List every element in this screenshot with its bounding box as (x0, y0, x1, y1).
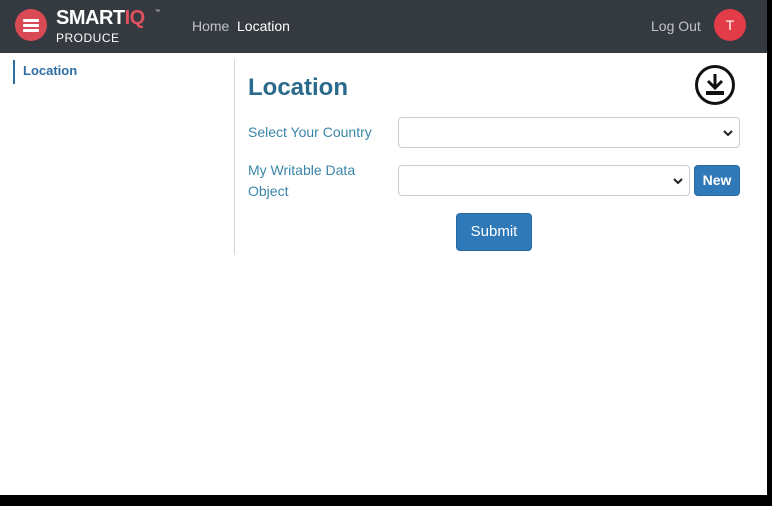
country-label: Select Your Country (248, 124, 372, 140)
top-navbar: SMARTIQ ™ PRODUCE Home Location Log Out … (0, 0, 767, 53)
new-button[interactable]: New (694, 165, 740, 196)
nav-current-page: Location (237, 18, 290, 34)
sidebar-divider (234, 59, 235, 255)
logout-link[interactable]: Log Out (651, 18, 701, 34)
brand-accent: IQ (124, 7, 146, 29)
sidebar-item-location[interactable]: Location (13, 60, 223, 84)
chevron-down-icon (673, 178, 683, 185)
chevron-down-icon (723, 130, 733, 137)
hamburger-icon[interactable] (15, 9, 47, 41)
avatar[interactable]: T (714, 9, 746, 41)
sidebar-item-label: Location (23, 63, 78, 78)
brand-trademark: ™ (155, 9, 160, 15)
data-object-select[interactable] (398, 165, 690, 196)
brand-logo: SMARTIQ (56, 7, 145, 30)
country-select[interactable] (398, 117, 740, 148)
brand-name: SMART (56, 7, 125, 29)
download-icon[interactable] (694, 64, 736, 106)
brand-product: PRODUCE (56, 31, 120, 45)
submit-button[interactable]: Submit (456, 213, 532, 251)
app-window: SMARTIQ ™ PRODUCE Home Location Log Out … (0, 0, 767, 495)
data-object-label: My Writable Data Object (248, 162, 356, 199)
nav-home-link[interactable]: Home (192, 18, 229, 34)
page-title: Location (248, 74, 348, 101)
